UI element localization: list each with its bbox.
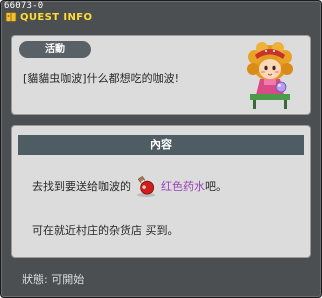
window-title-bar: QUEST INFO [5, 11, 92, 23]
quest-title: [貓貓虫咖波]什么都想吃的咖波! [23, 72, 179, 85]
quest-book-icon [5, 12, 17, 22]
quest-id: 66073-0 [4, 1, 44, 11]
content-header: 內容 [18, 135, 304, 155]
red-potion-icon[interactable] [133, 173, 159, 199]
quest-summary-panel: 活動 [貓貓虫咖波]什么都想吃的咖波! [11, 35, 311, 115]
quest-description-line-1: 去找到要送给咖波的 红色药水 吧。 [32, 173, 227, 199]
quest-description-line-2: 可在就近村庄的杂货店 买到。 [32, 224, 179, 237]
quest-status: 狀態: 可開始 [22, 273, 85, 286]
npc-girl-portrait [247, 42, 293, 109]
description-suffix: 吧。 [205, 180, 227, 193]
window-title: QUEST INFO [20, 11, 93, 23]
quest-info-window: 66073-0 QUEST INFO 活動 [貓貓虫咖波]什么都想吃的咖波! 內… [0, 0, 322, 298]
activity-badge: 活動 [19, 41, 91, 58]
description-prefix: 去找到要送给咖波的 [32, 180, 131, 193]
quest-content-panel: 內容 去找到要送给咖波的 红色药水 吧。 可在就近村庄的杂货店 买到。 [11, 125, 311, 258]
item-name-red-potion[interactable]: 红色药水 [161, 178, 205, 194]
